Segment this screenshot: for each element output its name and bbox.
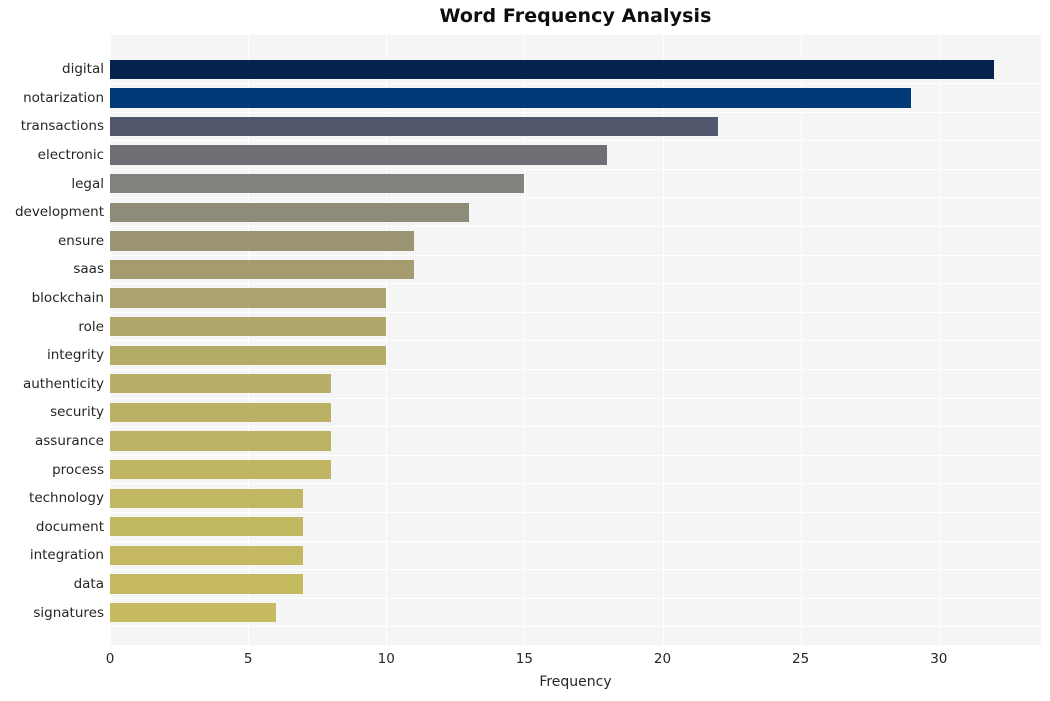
x-tick-label-15: 15: [515, 651, 533, 667]
y-tick-label-role: role: [78, 318, 104, 335]
bar-data[interactable]: [110, 574, 304, 594]
plot-area: [110, 35, 1041, 645]
y-tick-label-security: security: [50, 404, 104, 421]
bar-row[interactable]: [110, 255, 1041, 284]
y-tick-label-development: development: [14, 204, 104, 221]
bar-row[interactable]: [110, 84, 1041, 113]
bar-technology[interactable]: [110, 488, 304, 508]
bar-digital[interactable]: [110, 59, 995, 79]
bar-row[interactable]: [110, 141, 1041, 170]
y-tick-label-integration: integration: [29, 547, 104, 564]
bar-row[interactable]: [110, 512, 1041, 541]
y-tick-label-assurance: assurance: [34, 432, 104, 449]
bar-row[interactable]: [110, 598, 1041, 627]
y-tick-label-document: document: [35, 518, 104, 535]
x-axis-label: Frequency: [539, 674, 612, 690]
bar-integrity[interactable]: [110, 345, 387, 365]
x-tick-label-10: 10: [377, 651, 395, 667]
y-tick-label-data: data: [73, 575, 104, 592]
y-tick-label-blockchain: blockchain: [31, 290, 104, 307]
bar-row[interactable]: [110, 112, 1041, 141]
x-tick-label-25: 25: [792, 651, 810, 667]
chart-title: Word Frequency Analysis: [439, 5, 712, 27]
bar-row[interactable]: [110, 198, 1041, 227]
y-tick-label-ensure: ensure: [57, 232, 104, 249]
y-tick-label-transactions: transactions: [20, 118, 104, 135]
y-tick-label-integrity: integrity: [46, 347, 104, 364]
y-tick-label-electronic: electronic: [37, 147, 104, 164]
bar-saas[interactable]: [110, 259, 414, 280]
bar-signatures[interactable]: [110, 602, 276, 623]
bar-authenticity[interactable]: [110, 374, 331, 394]
bar-notarization[interactable]: [110, 88, 912, 108]
bar-assurance[interactable]: [110, 431, 331, 451]
bar-blockchain[interactable]: [110, 288, 387, 308]
bar-transactions[interactable]: [110, 116, 718, 137]
bar-row[interactable]: [110, 341, 1041, 370]
bar-row[interactable]: [110, 455, 1041, 484]
bar-process[interactable]: [110, 459, 331, 480]
row-separator: [110, 626, 1041, 628]
bar-security[interactable]: [110, 402, 331, 423]
y-tick-label-signatures: signatures: [33, 604, 104, 621]
bar-row[interactable]: [110, 284, 1041, 313]
bar-row[interactable]: [110, 398, 1041, 427]
x-axis-tick-labels: 0 5 10 15 20 25 30: [0, 645, 1050, 669]
bar-role[interactable]: [110, 316, 387, 337]
x-tick-label-30: 30: [930, 651, 948, 667]
bar-row[interactable]: [110, 427, 1041, 456]
y-tick-label-technology: technology: [29, 490, 104, 507]
bar-row[interactable]: [110, 169, 1041, 198]
bar-row[interactable]: [110, 55, 1041, 84]
y-tick-label-process: process: [52, 461, 104, 478]
bar-row[interactable]: [110, 312, 1041, 341]
y-axis-tick-labels: digital notarization transactions electroni…: [0, 35, 104, 645]
bar-development[interactable]: [110, 202, 470, 222]
y-tick-label-legal: legal: [71, 175, 104, 192]
x-tick-label-0: 0: [105, 651, 115, 667]
y-tick-label-digital: digital: [62, 61, 104, 78]
bar-integration[interactable]: [110, 545, 304, 565]
x-tick-label-20: 20: [653, 651, 672, 667]
bar-row[interactable]: [110, 541, 1041, 570]
y-tick-label-notarization: notarization: [23, 89, 104, 106]
bar-row[interactable]: [110, 570, 1041, 599]
bar-ensure[interactable]: [110, 231, 414, 251]
y-tick-label-saas: saas: [73, 261, 104, 278]
bar-electronic[interactable]: [110, 145, 608, 165]
bar-document[interactable]: [110, 517, 304, 537]
bar-row[interactable]: [110, 370, 1041, 399]
word-frequency-chart: Word Frequency Analysis digital notarizat…: [0, 0, 1050, 701]
x-tick-label-5: 5: [243, 651, 253, 667]
bar-row[interactable]: [110, 227, 1041, 256]
bar-legal[interactable]: [110, 174, 525, 194]
bar-row[interactable]: [110, 484, 1041, 513]
y-tick-label-authenticity: authenticity: [22, 375, 104, 392]
